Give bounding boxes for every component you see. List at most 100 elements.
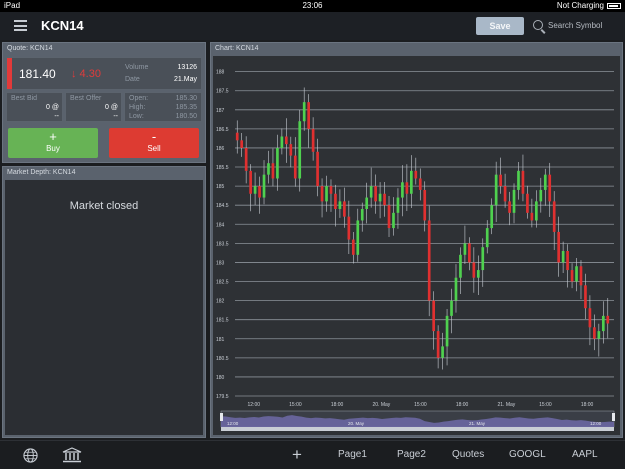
navigator-scrollbar [221,427,614,431]
low-label: Low: [129,113,144,120]
price-chart[interactable]: 179.5 180 180.5 181 181.5 182 182.5 183 183.5 184… [213,56,620,435]
y-tick-label: 181 [216,337,225,343]
y-tick-label: 181.5 [216,318,229,324]
candle-body [351,239,355,255]
sell-minus-icon: - [151,129,157,144]
buy-button[interactable]: + Buy [8,128,98,158]
candle-body [517,170,520,190]
navigator-handle-right [612,413,615,421]
candle-body [338,201,342,210]
candle-body [329,186,333,194]
candle-body [445,315,449,347]
x-tick-label: 15:00 [539,402,552,408]
y-tick-label: 187 [216,108,225,114]
price-change-indicator [7,58,12,89]
candle-body [575,266,578,282]
candle-body [302,102,306,122]
candle-body [601,315,605,332]
candle-body [396,197,400,213]
chart-panel-title: Chart: KCN14 [215,45,259,52]
add-page-icon[interactable]: + [292,446,302,463]
market-status-message: Market closed [69,200,139,212]
clock: 23:06 [302,1,323,10]
candle-body [454,277,458,301]
status-bar: iPad 23:06 Not Charging [0,0,625,12]
candle-body [289,144,293,156]
candle-body [240,140,244,148]
candle-body [244,147,248,171]
x-tick-label: 18:00 [581,402,594,408]
candle-body [503,186,507,202]
high-value: 185.35 [175,104,197,111]
best-bid-size: -- [54,113,59,120]
candle-body [521,170,525,194]
x-tick-label: 18:00 [331,402,344,408]
candle-body [548,174,552,202]
candle-body [494,174,498,206]
x-tick-label: 15:00 [414,402,427,408]
candle-body [543,174,547,190]
y-tick-label: 188 [216,70,225,76]
sell-button[interactable]: - Sell [109,128,199,158]
candle-body [320,186,324,202]
nav-page2[interactable]: Page2 [397,449,426,460]
page-title: KCN14 [41,18,84,33]
candle-body [347,216,351,240]
market-depth-title: Market Depth: KCN14 [7,169,76,176]
candle-body [423,189,427,221]
y-tick-label: 186 [216,146,225,152]
candle-body [463,243,467,255]
y-tick-label: 183 [216,260,225,266]
y-tick-label: 185.5 [216,165,229,171]
candle-body [588,308,592,328]
x-tick-label: 21. May [498,402,516,408]
candle-body [267,163,270,175]
candle-body [597,331,601,339]
buy-plus-icon: + [49,129,57,144]
candle-body [383,193,386,206]
nav-aapl[interactable]: AAPL [572,449,598,460]
candle-body [508,201,511,213]
y-tick-label: 182.5 [216,280,229,286]
nav-quotes[interactable]: Quotes [452,449,484,460]
best-bid-label: Best Bid [11,95,38,102]
y-tick-label: 182 [216,299,225,305]
globe-icon[interactable] [23,448,38,463]
candle-body [365,197,369,210]
y-tick-label: 184 [216,222,225,228]
candle-body [579,266,583,286]
bank-icon[interactable] [62,447,82,463]
nav-googl[interactable]: GOOGL [509,449,546,460]
nav-page1[interactable]: Page1 [338,449,367,460]
candle-body [293,155,297,179]
candle-body [410,170,413,194]
y-tick-label: 180.5 [216,356,229,362]
x-tick-label: 20. May [373,402,391,408]
hamburger-icon[interactable] [14,20,27,31]
navigator-label: 21. May [469,421,486,426]
quote-panel-title: Quote: KCN14 [7,45,53,52]
volume-label: Volume [125,64,149,71]
battery-status: Not Charging [557,0,621,12]
best-offer-cell: Best Offer 0 @ -- [65,92,122,122]
search-input[interactable]: Search Symbol [531,17,621,35]
save-button[interactable]: Save [476,17,524,35]
candle-body [334,193,337,210]
candle-body [374,186,377,202]
battery-icon [607,2,621,9]
candle-body [459,254,462,278]
candle-body [441,346,444,358]
candle-body [512,189,516,213]
candle-body [561,250,565,263]
candle-body [316,151,319,187]
navigator-label: 12:00 [227,421,239,426]
chart-panel: Chart: KCN14 179.5 180 180.5 181 181.5 182 182… [210,42,623,438]
candle-body [285,136,288,145]
search-icon [533,20,543,30]
y-tick-label: 180 [216,375,225,381]
candle-body [432,300,435,332]
navigator-handle-left [220,413,223,421]
low-value: 180.50 [175,113,197,120]
candle-body [490,205,494,229]
date-label: Date [125,76,140,83]
